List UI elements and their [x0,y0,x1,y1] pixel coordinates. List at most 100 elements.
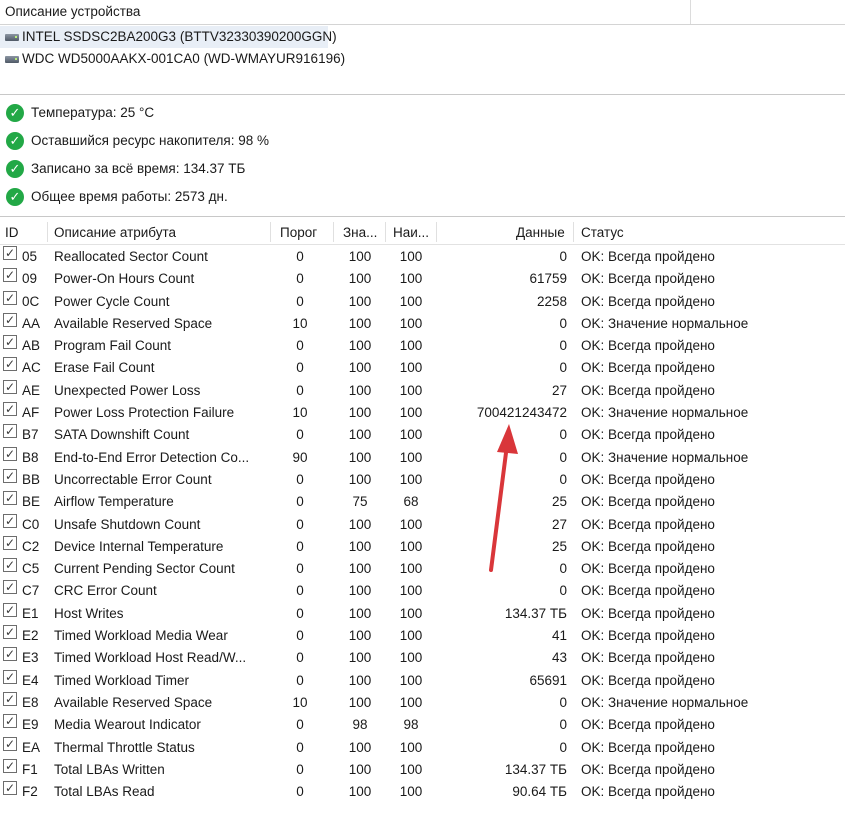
row-checkbox[interactable]: ✓ [3,335,17,350]
row-checkbox[interactable]: ✓ [3,513,17,528]
row-checkbox[interactable]: ✓ [3,580,17,595]
row-checkbox[interactable]: ✓ [3,535,17,550]
column-header-threshold[interactable]: Порог [280,225,317,240]
table-row[interactable]: ✓ BB Uncorrectable Error Count 0 100 100 0 OK: … [0,468,845,491]
attr-status: OK: Всегда пройдено [581,672,715,688]
row-checkbox[interactable]: ✓ [3,647,17,662]
row-checkbox[interactable]: ✓ [3,736,17,751]
row-checkbox[interactable]: ✓ [3,357,17,372]
column-separator[interactable] [47,222,48,242]
attr-value: 100 [348,761,372,777]
table-row[interactable]: ✓ B8 End-to-End Error Detection Co... 90 100… [0,446,845,469]
attr-status: OK: Всегда пройдено [581,538,715,554]
table-row[interactable]: ✓ AE Unexpected Power Loss 0 100 100 27 OK: Все… [0,379,845,402]
table-row[interactable]: ✓ E9 Media Wearout Indicator 0 98 98 0 OK: Всег… [0,714,845,736]
device-description-header: Описание устройства [0,0,845,25]
row-checkbox[interactable]: ✓ [3,290,17,305]
device-item-wdc-hdd[interactable]: WDC WD5000AAKX-001CA0 (WD-WMAYUR916196) [0,48,845,70]
table-row[interactable]: ✓ AF Power Loss Protection Failure 10 100 100… [0,402,845,424]
table-row[interactable]: ✓ C2 Device Internal Temperature 0 100 100 25 O… [0,535,845,558]
table-row[interactable]: ✓ AB Program Fail Count 0 100 100 0 OK: Всегда … [0,335,845,357]
summary-text: Записано за всё время: 134.37 ТБ [31,161,246,176]
column-separator[interactable] [436,222,437,242]
attr-status: OK: Всегда пройдено [581,382,715,398]
table-row[interactable]: ✓ C5 Current Pending Sector Count 0 100 100 0 O… [0,558,845,580]
attr-description: Power Cycle Count [54,293,170,309]
column-header-description[interactable]: Описание атрибута [54,225,176,240]
table-row[interactable]: ✓ E4 Timed Workload Timer 0 100 100 65691 OK: В… [0,669,845,692]
attr-id: 05 [22,249,38,264]
summary-text: Температура: 25 °C [31,105,155,120]
check-ok-icon: ✓ [6,160,24,178]
table-row[interactable]: ✓ F1 Total LBAs Written 0 100 100 134.37 ТБ OK:… [0,758,845,781]
attr-status: OK: Всегда пройдено [581,271,715,287]
attr-value: 100 [348,538,372,554]
summary-text: Общее время работы: 2573 дн. [31,189,228,204]
row-checkbox[interactable]: ✓ [3,669,17,684]
attr-value: 100 [348,449,372,465]
table-row[interactable]: ✓ 05 Reallocated Sector Count 0 100 100 0 OK: В… [0,246,845,268]
attr-value: 100 [348,605,372,621]
table-row[interactable]: ✓ E3 Timed Workload Host Read/W... 0 100 100 4… [0,647,845,669]
column-separator[interactable] [333,222,334,242]
device-label: WDC WD5000AAKX-001CA0 (WD-WMAYUR916196) [22,51,346,66]
column-header-data[interactable]: Данные [516,225,565,240]
attr-raw-data: 41 [551,628,567,644]
table-row[interactable]: ✓ BE Airflow Temperature 0 75 68 25 OK: Всегда … [0,491,845,513]
row-checkbox[interactable]: ✓ [3,602,17,617]
attr-id: AF [22,405,40,421]
row-checkbox[interactable]: ✓ [3,558,17,573]
column-header-worst[interactable]: Наи... [393,225,429,240]
device-list: INTEL SSDSC2BA200G3 (BTTV32330390200GGN)… [0,26,845,70]
attr-threshold: 0 [296,249,304,264]
table-row[interactable]: ✓ C0 Unsafe Shutdown Count 0 100 100 27 OK: Все… [0,513,845,536]
attr-status: OK: Значение нормальное [581,694,749,710]
row-checkbox[interactable]: ✓ [3,781,17,796]
attr-value: 100 [348,338,372,354]
attr-threshold: 0 [296,293,304,309]
attr-raw-data: 0 [559,427,567,443]
row-checkbox[interactable]: ✓ [3,446,17,461]
row-checkbox[interactable]: ✓ [3,246,17,260]
table-row[interactable]: ✓ AA Available Reserved Space 10 100 100 0 OK: … [0,312,845,335]
row-checkbox[interactable]: ✓ [3,491,17,506]
table-row[interactable]: ✓ 0C Power Cycle Count 0 100 100 2258 OK: Всегд… [0,290,845,313]
table-row[interactable]: ✓ EA Thermal Throttle Status 0 100 100 0 OK: Вс… [0,736,845,759]
row-checkbox[interactable]: ✓ [3,625,17,640]
column-header-id[interactable]: ID [5,225,19,240]
table-row[interactable]: ✓ E8 Available Reserved Space 10 100 100 0 OK: … [0,691,845,714]
table-row[interactable]: ✓ F2 Total LBAs Read 0 100 100 90.64 ТБ OK: Все… [0,781,845,803]
table-row[interactable]: ✓ C7 CRC Error Count 0 100 100 0 OK: Всегда про… [0,580,845,602]
attr-value: 100 [348,784,372,800]
row-checkbox[interactable]: ✓ [3,468,17,483]
attr-raw-data: 2258 [536,293,567,309]
row-checkbox[interactable]: ✓ [3,379,17,394]
column-separator[interactable] [270,222,271,242]
row-checkbox[interactable]: ✓ [3,312,17,327]
attr-description: Power-On Hours Count [54,271,195,287]
row-checkbox[interactable]: ✓ [3,691,17,706]
attr-id: E2 [22,628,39,644]
column-header-status[interactable]: Статус [581,225,624,240]
attr-status: OK: Всегда пройдено [581,784,715,800]
column-separator[interactable] [385,222,386,242]
column-separator[interactable] [573,222,574,242]
attr-status: OK: Всегда пройдено [581,628,715,644]
attr-description: Available Reserved Space [54,694,213,710]
row-checkbox[interactable]: ✓ [3,424,17,439]
table-row[interactable]: ✓ B7 SATA Downshift Count 0 100 100 0 OK: Всегд… [0,424,845,446]
table-row[interactable]: ✓ E2 Timed Workload Media Wear 0 100 100 41 OK:… [0,625,845,647]
column-header-value[interactable]: Зна... [343,225,377,240]
row-checkbox[interactable]: ✓ [3,402,17,417]
table-row[interactable]: ✓ 09 Power-On Hours Count 0 100 100 61759 OK: В… [0,268,845,290]
table-row[interactable]: ✓ E1 Host Writes 0 100 100 134.37 ТБ OK: Всегда… [0,602,845,625]
header-column-separator [690,0,691,24]
table-row[interactable]: ✓ AC Erase Fail Count 0 100 100 0 OK: Всегда пр… [0,357,845,379]
row-checkbox[interactable]: ✓ [3,758,17,773]
attributes-table-body: ✓ 05 Reallocated Sector Count 0 100 100 0 OK: В… [0,246,845,803]
device-item-intel-ssd[interactable]: INTEL SSDSC2BA200G3 (BTTV32330390200GGN) [0,26,337,48]
row-checkbox[interactable]: ✓ [3,714,17,729]
attr-raw-data: 25 [551,494,567,510]
row-checkbox[interactable]: ✓ [3,268,17,283]
attr-worst: 100 [399,650,423,666]
